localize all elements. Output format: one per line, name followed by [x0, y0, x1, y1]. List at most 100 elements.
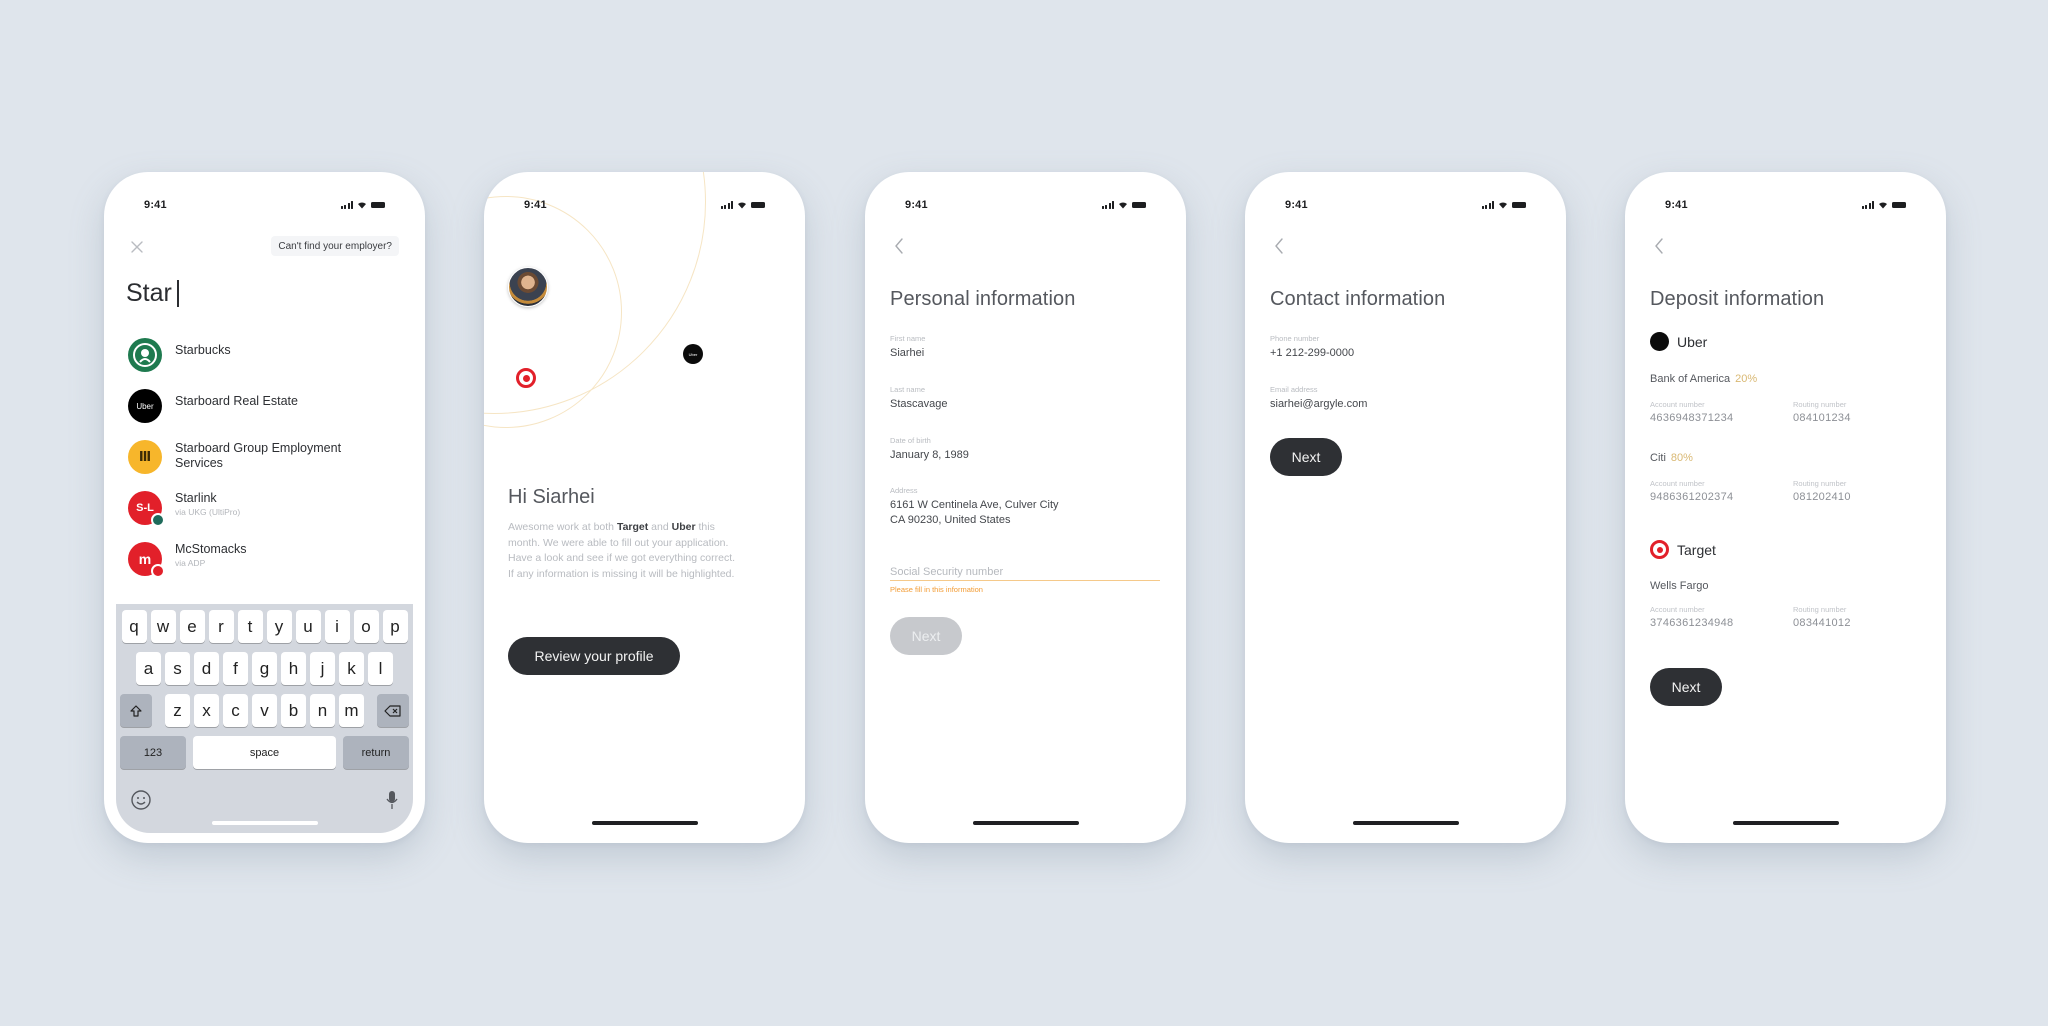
ssn-error-message: Please fill in this information	[890, 585, 983, 594]
emoji-icon[interactable]	[130, 789, 152, 811]
key-u[interactable]: u	[295, 610, 321, 643]
keyboard-row-2: a s d f g h j k l	[120, 652, 409, 685]
employer-result-starboard-real-estate[interactable]: Uber Starboard Real Estate	[128, 389, 405, 440]
backspace-icon	[384, 704, 401, 717]
employer-result-starlink[interactable]: S-L Starlink via UKG (UltiPro)	[128, 491, 405, 542]
battery-icon	[371, 202, 385, 208]
key-b[interactable]: b	[281, 694, 306, 727]
microphone-icon[interactable]	[385, 789, 399, 811]
back-button[interactable]	[887, 234, 911, 258]
field-value: siarhei@argyle.com	[1270, 398, 1368, 410]
key-f[interactable]: f	[223, 652, 248, 685]
next-button[interactable]: Next	[1270, 438, 1342, 476]
numbers-key[interactable]: 123	[120, 736, 186, 769]
cellular-signal-icon	[720, 201, 733, 209]
bank-name: Citi 80%	[1650, 452, 1693, 464]
employer-result-starboard-group[interactable]: Ⅲ Starboard Group Employment Services	[128, 440, 405, 491]
employer-name: Target	[1677, 541, 1716, 558]
key-w[interactable]: w	[150, 610, 176, 643]
key-k[interactable]: k	[339, 652, 364, 685]
key-c[interactable]: c	[223, 694, 248, 727]
employer-header-uber: Uber	[1650, 332, 1707, 351]
home-indicator	[1352, 821, 1459, 825]
key-t[interactable]: t	[237, 610, 263, 643]
bank-name: Wells Fargo	[1650, 580, 1709, 592]
key-h[interactable]: h	[281, 652, 306, 685]
home-indicator	[591, 821, 698, 825]
close-icon[interactable]	[130, 240, 144, 254]
employer-result-mcstomacks[interactable]: m McStomacks via ADP	[128, 542, 405, 593]
key-v[interactable]: v	[252, 694, 277, 727]
address-field[interactable]: Address 6161 W Centinela Ave, Culver Cit…	[890, 486, 1160, 528]
phone-contact-information: 9:41 Contact information Phone number +1…	[1245, 172, 1566, 843]
employer-results-list: Starbucks Uber Starboard Real Estate Ⅲ S…	[128, 338, 405, 593]
key-r[interactable]: r	[208, 610, 234, 643]
employer-search-input[interactable]	[126, 276, 386, 310]
field-label: Phone number	[1270, 334, 1320, 343]
page-title: Contact information	[1270, 288, 1446, 310]
field-value: +1 212-299-0000	[1270, 347, 1355, 359]
ssn-input[interactable]	[890, 566, 1160, 581]
field-value: Siarhei	[890, 347, 925, 359]
starlink-logo-icon: S-L	[128, 491, 165, 527]
target-logo-icon	[1650, 540, 1669, 559]
key-d[interactable]: d	[194, 652, 219, 685]
key-m[interactable]: m	[339, 694, 364, 727]
employer-result-starbucks[interactable]: Starbucks	[128, 338, 405, 389]
key-q[interactable]: q	[121, 610, 147, 643]
space-key[interactable]: space	[193, 736, 336, 769]
key-n[interactable]: n	[310, 694, 335, 727]
status-time: 9:41	[144, 199, 167, 211]
cellular-signal-icon	[1481, 201, 1494, 209]
key-j[interactable]: j	[310, 652, 335, 685]
key-e[interactable]: e	[179, 610, 205, 643]
back-button[interactable]	[1647, 234, 1671, 258]
status-time: 9:41	[1665, 199, 1688, 211]
next-button[interactable]: Next	[1650, 668, 1722, 706]
key-o[interactable]: o	[353, 610, 379, 643]
mcstomacks-logo-icon: m	[128, 542, 165, 578]
key-i[interactable]: i	[324, 610, 350, 643]
field-label: Last name	[890, 385, 926, 394]
review-profile-button[interactable]: Review your profile	[508, 637, 680, 675]
return-key[interactable]: return	[343, 736, 409, 769]
last-name-field[interactable]: Last name Stascavage	[890, 385, 1160, 412]
on-screen-keyboard: q w e r t y u i o p a s d f g h j k l z …	[116, 604, 413, 833]
employer-name: Starbucks	[175, 343, 231, 357]
page-title: Deposit information	[1650, 288, 1825, 310]
status-time: 9:41	[524, 199, 547, 211]
cant-find-employer-button[interactable]: Can't find your employer?	[271, 236, 399, 256]
greeting-heading: Hi Siarhei	[508, 486, 595, 508]
key-y[interactable]: y	[266, 610, 292, 643]
home-indicator	[211, 821, 318, 825]
key-l[interactable]: l	[368, 652, 393, 685]
email-address-field[interactable]: Email address siarhei@argyle.com	[1270, 385, 1540, 412]
key-a[interactable]: a	[136, 652, 161, 685]
employer-provider: via ADP	[175, 558, 206, 568]
wifi-icon	[1879, 202, 1887, 209]
first-name-field[interactable]: First name Siarhei	[890, 334, 1160, 361]
address-line-2: CA 90230, United States	[890, 514, 1011, 526]
keyboard-row-1: q w e r t y u i o p	[120, 610, 409, 643]
backspace-key[interactable]	[377, 694, 409, 727]
key-p[interactable]: p	[382, 610, 408, 643]
date-of-birth-field[interactable]: Date of birth January 8, 1989	[890, 436, 1160, 463]
key-s[interactable]: s	[165, 652, 190, 685]
phone-employer-search: 9:41 Can't find your employer? Starbucks…	[104, 172, 425, 843]
status-bar: 9:41	[524, 198, 765, 212]
key-g[interactable]: g	[252, 652, 277, 685]
next-button-disabled[interactable]: Next	[890, 617, 962, 655]
key-x[interactable]: x	[194, 694, 219, 727]
uber-logo-icon: Uber	[683, 344, 703, 364]
wifi-icon	[358, 202, 366, 209]
adp-provider-badge-icon	[151, 564, 165, 578]
back-button[interactable]	[1267, 234, 1291, 258]
routing-number-field: Routing number 084101234	[1793, 400, 1851, 424]
address-line-1: 6161 W Centinela Ave, Culver City	[890, 499, 1059, 511]
shift-key[interactable]	[120, 694, 152, 727]
keyboard-row-3: z x c v b n m	[120, 694, 409, 727]
phone-number-field[interactable]: Phone number +1 212-299-0000	[1270, 334, 1540, 361]
key-z[interactable]: z	[165, 694, 190, 727]
allocation-percent: 80%	[1670, 452, 1693, 464]
wifi-icon	[1499, 202, 1507, 209]
